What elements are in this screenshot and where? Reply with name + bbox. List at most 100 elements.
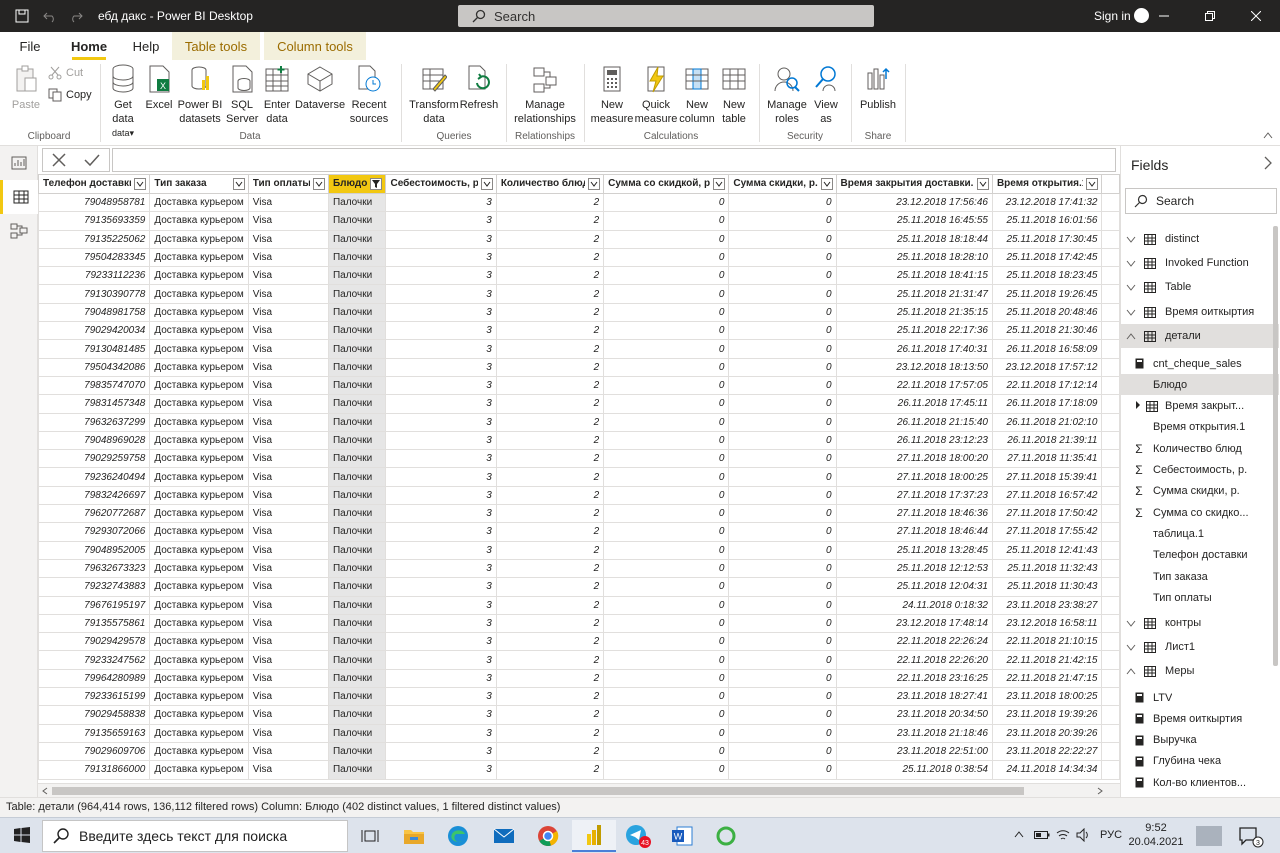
table-cell[interactable]: 2 — [495, 449, 605, 469]
table-cell[interactable] — [1101, 449, 1120, 469]
table-cell[interactable]: Палочки — [327, 577, 387, 597]
table-cell[interactable]: 79293072066 — [38, 522, 151, 542]
column-header[interactable]: Время открытия.1 — [991, 174, 1103, 194]
table-row[interactable]: 79620772687 Доставка курьером Visa Палочки 3… — [38, 504, 1120, 524]
table-cell[interactable]: 0 — [728, 632, 837, 652]
chevron-down-icon[interactable] — [713, 178, 726, 190]
field-item[interactable]: Σ Сумма со скидко... — [1121, 502, 1279, 523]
field-item[interactable]: Кол-во клиентов... — [1121, 772, 1279, 793]
table-cell[interactable]: 0 — [603, 741, 730, 762]
horizontal-scrollbar[interactable] — [38, 783, 1120, 797]
chevron-down-icon[interactable] — [480, 178, 493, 190]
table-cell[interactable]: Visa — [247, 558, 329, 579]
table-cell[interactable]: 0 — [728, 302, 837, 323]
system-clock[interactable]: 9:52 20.04.2021 — [1124, 821, 1188, 849]
field-item[interactable]: Σ Сумма скидки, р. — [1121, 481, 1279, 502]
table-cell[interactable]: Палочки — [327, 705, 387, 725]
table-cell[interactable] — [1101, 192, 1120, 213]
table-cell[interactable] — [1101, 375, 1120, 396]
table-cell[interactable]: 2 — [495, 632, 605, 652]
column-header[interactable]: та — [1101, 174, 1120, 194]
table-cell[interactable]: 0 — [728, 613, 837, 634]
table-cell[interactable]: 25.11.2018 11:32:43 — [991, 558, 1103, 579]
table-cell[interactable]: 24.11.2018 14:34:34 — [991, 760, 1103, 780]
table-cell[interactable]: 23.11.2018 21:18:46 — [835, 723, 993, 743]
table-cell[interactable]: Доставка курьером — [149, 540, 249, 560]
table-row[interactable]: 79048958781 Доставка курьером Visa Палочки 3… — [38, 192, 1120, 213]
dataverse-button[interactable]: Dataverse — [295, 63, 345, 112]
table-cell[interactable]: 0 — [728, 723, 837, 743]
table-cell[interactable]: Visa — [247, 650, 329, 670]
table-row[interactable]: 79964280989 Доставка курьером Visa Палочки 3… — [38, 668, 1120, 689]
table-cell[interactable]: 79029420034 — [38, 321, 151, 341]
table-cell[interactable]: 25.11.2018 12:04:31 — [835, 577, 993, 597]
table-cell[interactable]: 79135693359 — [38, 211, 151, 231]
table-cell[interactable]: Visa — [247, 687, 329, 707]
table-cell[interactable]: 0 — [603, 357, 730, 377]
table-cell[interactable]: 79048981758 — [38, 302, 151, 323]
field-item[interactable]: Телефон доставки — [1121, 545, 1279, 566]
fields-table-item[interactable]: distinct — [1121, 227, 1279, 251]
table-cell[interactable]: 0 — [728, 760, 837, 780]
table-cell[interactable]: Палочки — [327, 339, 387, 359]
table-row[interactable]: 79029420034 Доставка курьером Visa Палочки 3… — [38, 321, 1120, 341]
view-as-button[interactable]: View as — [810, 63, 842, 126]
fields-table-item[interactable]: Лист1 — [1121, 635, 1279, 659]
table-row[interactable]: 79504283345 Доставка курьером Visa Палочки 3… — [38, 247, 1120, 268]
table-cell[interactable]: 2 — [495, 577, 605, 597]
table-cell[interactable]: Палочки — [327, 650, 387, 670]
table-cell[interactable]: 3 — [385, 412, 497, 432]
table-cell[interactable]: 2 — [495, 558, 605, 579]
paste-button[interactable]: Paste — [8, 63, 44, 112]
table-cell[interactable]: 3 — [385, 668, 497, 689]
table-cell[interactable]: Visa — [247, 668, 329, 689]
table-cell[interactable]: 23.11.2018 20:39:26 — [991, 723, 1103, 743]
save-icon[interactable] — [8, 0, 36, 32]
chevron-right-icon[interactable] — [1135, 400, 1143, 412]
table-cell[interactable]: 79029259758 — [38, 449, 151, 469]
table-cell[interactable]: 0 — [728, 741, 837, 762]
table-cell[interactable]: 0 — [728, 247, 837, 268]
table-cell[interactable]: 2 — [495, 211, 605, 231]
table-cell[interactable]: 23.11.2018 18:00:25 — [991, 687, 1103, 707]
table-cell[interactable]: Visa — [247, 741, 329, 762]
table-cell[interactable]: 25.11.2018 16:01:56 — [991, 211, 1103, 231]
field-item[interactable]: Время открытия.1 — [1121, 417, 1279, 438]
table-cell[interactable]: Доставка курьером — [149, 321, 249, 341]
field-item[interactable]: Блюдо — [1121, 374, 1279, 396]
column-header[interactable]: Сумма со скидкой, р. — [603, 174, 730, 194]
publish-button[interactable]: Publish — [856, 63, 900, 112]
table-cell[interactable]: 25.11.2018 17:30:45 — [991, 229, 1103, 249]
table-row[interactable]: 79632637299 Доставка курьером Visa Палочки 3… — [38, 412, 1120, 432]
table-cell[interactable]: Visa — [247, 375, 329, 396]
table-cell[interactable]: 0 — [603, 266, 730, 286]
chevron-down-icon[interactable] — [134, 178, 147, 190]
scroll-thumb[interactable] — [52, 787, 1024, 795]
table-cell[interactable]: 26.11.2018 21:15:40 — [835, 412, 993, 432]
table-cell[interactable]: 3 — [385, 449, 497, 469]
table-cell[interactable]: 22.11.2018 23:16:25 — [835, 668, 993, 689]
table-cell[interactable]: Доставка курьером — [149, 504, 249, 524]
table-cell[interactable]: Доставка курьером — [149, 412, 249, 432]
table-cell[interactable]: 79233112236 — [38, 266, 151, 286]
close-button[interactable] — [1233, 0, 1279, 32]
table-cell[interactable]: 3 — [385, 302, 497, 323]
table-cell[interactable]: 23.12.2018 17:48:14 — [835, 613, 993, 634]
table-cell[interactable]: 3 — [385, 632, 497, 652]
table-cell[interactable]: 24.11.2018 0:18:32 — [835, 595, 993, 615]
column-header[interactable]: Тип заказа — [149, 174, 249, 194]
table-cell[interactable]: Visa — [247, 321, 329, 341]
manage-roles-button[interactable]: Manage roles — [764, 63, 810, 126]
table-row[interactable]: 79632673323 Доставка курьером Visa Палочки 3… — [38, 558, 1120, 579]
table-cell[interactable]: 2 — [495, 394, 605, 414]
table-cell[interactable]: 23.12.2018 18:13:50 — [835, 357, 993, 377]
field-item[interactable]: cnt_cheque_sales — [1121, 353, 1279, 374]
table-cell[interactable]: 79048969028 — [38, 430, 151, 451]
table-cell[interactable]: 79135659163 — [38, 723, 151, 743]
fields-table-item[interactable]: Invoked Function — [1121, 251, 1279, 275]
get-data-button[interactable]: Get data data▾ — [104, 63, 142, 140]
table-cell[interactable]: Палочки — [327, 375, 387, 396]
table-cell[interactable]: Доставка курьером — [149, 394, 249, 414]
maximize-button[interactable] — [1187, 0, 1233, 32]
table-cell[interactable]: 22.11.2018 22:26:24 — [835, 632, 993, 652]
